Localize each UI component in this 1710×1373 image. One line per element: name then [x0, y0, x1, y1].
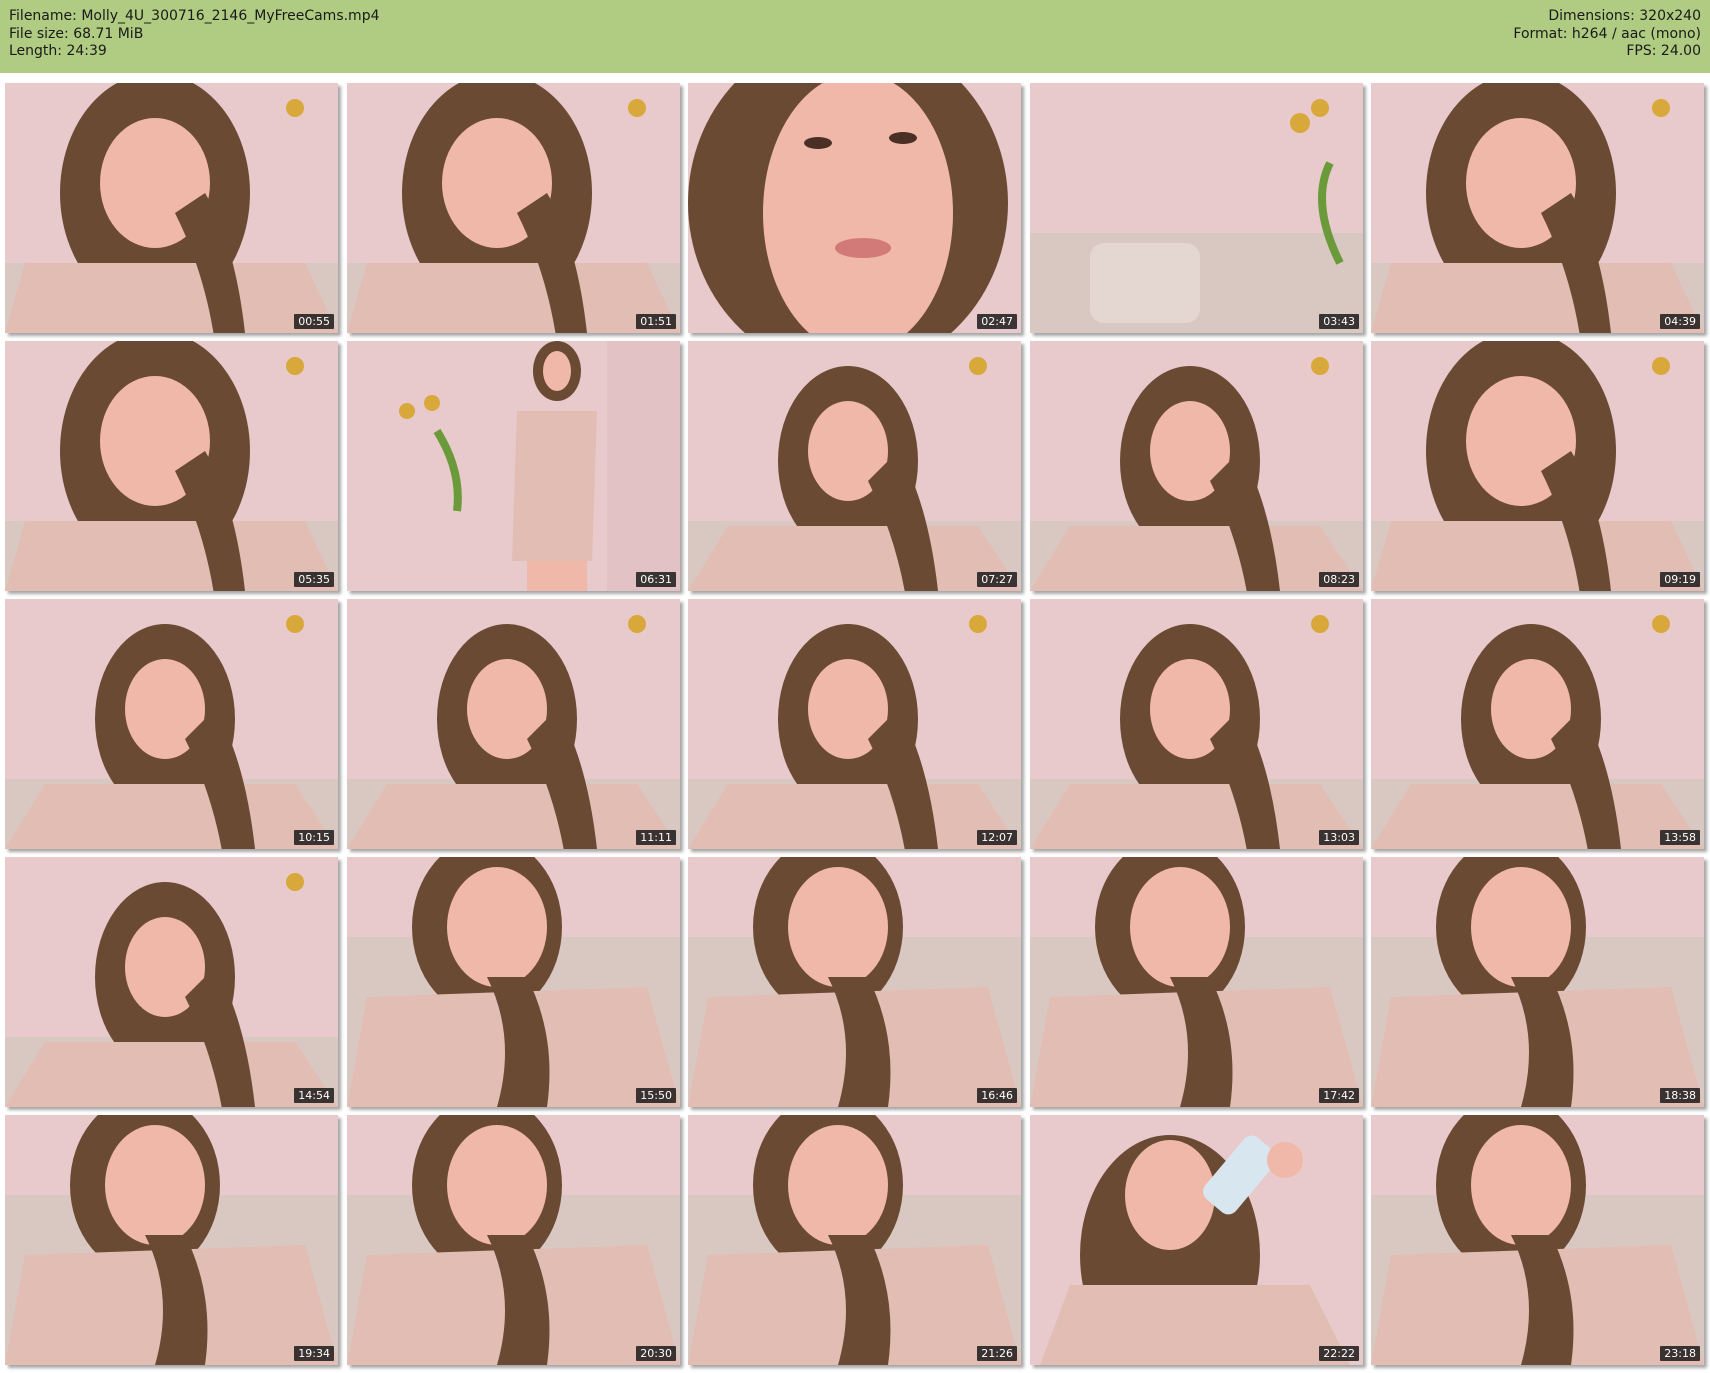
timestamp-label: 20:30: [636, 1346, 676, 1361]
video-frame-image: [347, 857, 680, 1107]
thumbnail[interactable]: 08:23: [1030, 341, 1363, 591]
filesize-value: 68.71 MiB: [73, 25, 144, 42]
timestamp-label: 13:58: [1660, 830, 1700, 845]
video-frame-image: [347, 1115, 680, 1365]
thumbnail[interactable]: 07:27: [688, 341, 1021, 591]
thumbnail[interactable]: 22:22: [1030, 1115, 1363, 1365]
video-frame-image: [1371, 341, 1704, 591]
fps-row: FPS: 24.00: [1513, 43, 1701, 61]
video-frame-image: [1371, 83, 1704, 333]
timestamp-label: 15:50: [636, 1088, 676, 1103]
video-frame-image: [1030, 83, 1363, 333]
video-frame-image: [1030, 599, 1363, 849]
thumbnail[interactable]: 20:30: [347, 1115, 680, 1365]
timestamp-label: 14:54: [294, 1088, 334, 1103]
filename-label: Filename:: [9, 8, 77, 24]
thumbnail[interactable]: 17:42: [1030, 857, 1363, 1107]
thumbnail[interactable]: 02:47: [688, 83, 1021, 333]
info-header: Filename: Molly_4U_300716_2146_MyFreeCam…: [0, 0, 1710, 73]
video-frame-image: [688, 1115, 1021, 1365]
format-value: h264 / aac (mono): [1571, 25, 1701, 42]
filesize-label: File size:: [9, 25, 69, 42]
video-frame-image: [5, 599, 338, 849]
timestamp-label: 02:47: [977, 314, 1017, 329]
video-frame-image: [1030, 341, 1363, 591]
timestamp-label: 04:39: [1660, 314, 1700, 329]
video-frame-image: [1371, 857, 1704, 1107]
filename-row: Filename: Molly_4U_300716_2146_MyFreeCam…: [9, 8, 380, 26]
timestamp-label: 13:03: [1319, 830, 1359, 845]
thumbnail[interactable]: 18:38: [1371, 857, 1704, 1107]
thumbnail[interactable]: 19:34: [5, 1115, 338, 1365]
dimensions-label: Dimensions:: [1548, 8, 1635, 24]
video-frame-image: [1030, 1115, 1363, 1365]
video-frame-image: [688, 857, 1021, 1107]
dimensions-row: Dimensions: 320x240: [1513, 8, 1701, 26]
thumbnail[interactable]: 15:50: [347, 857, 680, 1107]
thumbnail[interactable]: 09:19: [1371, 341, 1704, 591]
thumbnail[interactable]: 16:46: [688, 857, 1021, 1107]
video-frame-image: [5, 1115, 338, 1365]
video-frame-image: [688, 599, 1021, 849]
timestamp-label: 01:51: [636, 314, 676, 329]
timestamp-label: 19:34: [294, 1346, 334, 1361]
meta-left: Filename: Molly_4U_300716_2146_MyFreeCam…: [9, 8, 380, 61]
thumbnail[interactable]: 13:58: [1371, 599, 1704, 849]
video-frame-image: [347, 599, 680, 849]
video-frame-image: [1371, 1115, 1704, 1365]
length-row: Length: 24:39: [9, 43, 380, 61]
video-frame-image: [1371, 599, 1704, 849]
dimensions-value: 320x240: [1639, 8, 1701, 24]
timestamp-label: 22:22: [1319, 1346, 1359, 1361]
length-value: 24:39: [66, 43, 107, 59]
length-label: Length:: [9, 43, 63, 59]
timestamp-label: 16:46: [977, 1088, 1017, 1103]
video-frame-image: [347, 83, 680, 333]
video-frame-image: [5, 341, 338, 591]
timestamp-label: 03:43: [1319, 314, 1359, 329]
thumbnail-grid: 00:55 01:51 02:47 03:43 04:39 05:35 06:3…: [5, 83, 1705, 1366]
thumbnail[interactable]: 11:11: [347, 599, 680, 849]
timestamp-label: 07:27: [977, 572, 1017, 587]
filesize-row: File size: 68.71 MiB: [9, 26, 380, 44]
video-frame-image: [5, 857, 338, 1107]
timestamp-label: 12:07: [977, 830, 1017, 845]
fps-value: 24.00: [1660, 43, 1701, 59]
meta-right: Dimensions: 320x240 Format: h264 / aac (…: [1513, 8, 1701, 61]
thumbnail[interactable]: 10:15: [5, 599, 338, 849]
format-row: Format: h264 / aac (mono): [1513, 26, 1701, 44]
timestamp-label: 23:18: [1660, 1346, 1700, 1361]
thumbnail[interactable]: 05:35: [5, 341, 338, 591]
thumbnail[interactable]: 04:39: [1371, 83, 1704, 333]
timestamp-label: 06:31: [636, 572, 676, 587]
thumbnail[interactable]: 00:55: [5, 83, 338, 333]
thumbnail[interactable]: 21:26: [688, 1115, 1021, 1365]
thumbnail[interactable]: 01:51: [347, 83, 680, 333]
timestamp-label: 05:35: [294, 572, 334, 587]
video-frame-image: [1030, 857, 1363, 1107]
timestamp-label: 00:55: [294, 314, 334, 329]
video-frame-image: [347, 341, 680, 591]
timestamp-label: 11:11: [636, 830, 676, 845]
filename-value: Molly_4U_300716_2146_MyFreeCams.mp4: [81, 8, 380, 24]
video-frame-image: [5, 83, 338, 333]
thumbnail[interactable]: 13:03: [1030, 599, 1363, 849]
thumbnail[interactable]: 03:43: [1030, 83, 1363, 333]
video-frame-image: [688, 341, 1021, 591]
thumbnail[interactable]: 12:07: [688, 599, 1021, 849]
timestamp-label: 10:15: [294, 830, 334, 845]
timestamp-label: 17:42: [1319, 1088, 1359, 1103]
timestamp-label: 18:38: [1660, 1088, 1700, 1103]
thumbnail[interactable]: 14:54: [5, 857, 338, 1107]
timestamp-label: 21:26: [977, 1346, 1017, 1361]
fps-label: FPS:: [1626, 43, 1657, 59]
thumbnail[interactable]: 06:31: [347, 341, 680, 591]
format-label: Format:: [1513, 25, 1568, 42]
video-frame-image: [688, 83, 1021, 333]
timestamp-label: 09:19: [1660, 572, 1700, 587]
thumbnail[interactable]: 23:18: [1371, 1115, 1704, 1365]
timestamp-label: 08:23: [1319, 572, 1359, 587]
